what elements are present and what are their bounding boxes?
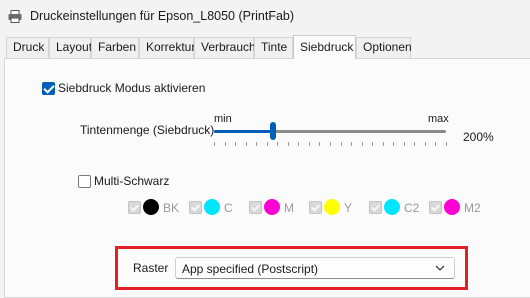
ink-amount-label: Tintenmenge (Siebdruck) [80, 123, 215, 137]
multi-black-label[interactable]: Multi-Schwarz [94, 174, 169, 188]
slider-tick [372, 142, 374, 146]
raster-dropdown[interactable]: App specified (Postscript) [175, 257, 455, 279]
ink-m-label: M [284, 201, 294, 215]
slider-tick [224, 142, 226, 146]
slider-max-label: max [428, 113, 449, 125]
tab-druck[interactable]: Druck [6, 37, 49, 58]
slider-tick [287, 142, 289, 146]
ink-bk-color-dot [143, 199, 159, 215]
ink-c2-label: C2 [404, 201, 420, 215]
raster-dropdown-value: App specified (Postscript) [182, 262, 319, 276]
ink-amount-slider-track[interactable] [214, 130, 446, 133]
tab-tinte[interactable]: Tinte [254, 37, 293, 58]
slider-tick [351, 142, 353, 146]
slider-tick [340, 142, 342, 146]
slider-tick [214, 142, 215, 146]
slider-tick [256, 142, 258, 146]
tab-optionen[interactable]: Optionen [356, 37, 412, 58]
ink-y-label: Y [344, 201, 353, 215]
slider-tick [266, 142, 268, 146]
ink-c-checkbox[interactable] [189, 201, 202, 214]
slider-tick [308, 142, 310, 146]
ink-c-color-dot [204, 199, 220, 215]
chevron-down-icon [435, 265, 445, 271]
ink-bk-label: BK [163, 201, 180, 215]
slider-tick [382, 142, 384, 146]
tab-strip: Druck Layout Farben Korrektur Verbrauch … [0, 35, 530, 59]
slider-tick [403, 142, 405, 146]
slider-tick [424, 142, 426, 146]
ink-m2-label: M2 [464, 201, 481, 215]
ink-amount-slider-thumb[interactable] [269, 122, 276, 140]
slider-tick [446, 142, 447, 146]
slider-tick [361, 142, 363, 146]
tab-verbrauch[interactable]: Verbrauch [194, 37, 256, 58]
tab-layout[interactable]: Layout [49, 37, 92, 58]
ink-m2-checkbox[interactable] [429, 201, 442, 214]
ink-m2-color-dot [444, 199, 460, 215]
slider-tick [435, 142, 437, 146]
slider-tick [277, 142, 279, 146]
title-bar: Druckeinstellungen für Epson_L8050 (Prin… [0, 0, 530, 34]
slider-tick [393, 142, 395, 146]
siebdruck-enable-label[interactable]: Siebdruck Modus aktivieren [58, 81, 205, 95]
ink-c-label: C [224, 201, 233, 215]
ink-y-color-dot [324, 199, 340, 215]
ink-amount-slider-fill [214, 130, 273, 133]
slider-tick [319, 142, 321, 146]
printer-icon [8, 10, 22, 23]
multi-black-checkbox[interactable] [78, 175, 91, 188]
raster-label: Raster [133, 261, 169, 275]
ink-bk-checkbox[interactable] [128, 201, 141, 214]
ink-m-checkbox[interactable] [249, 201, 262, 214]
tab-farben[interactable]: Farben [91, 37, 139, 58]
slider-ticks [214, 142, 447, 147]
tab-siebdruck[interactable]: Siebdruck [293, 35, 356, 59]
slider-min-label: min [214, 113, 232, 125]
ink-c2-checkbox[interactable] [369, 201, 382, 214]
slider-tick [245, 142, 247, 146]
ink-m-color-dot [264, 199, 280, 215]
siebdruck-enable-checkbox[interactable] [42, 82, 55, 95]
tab-korrektur[interactable]: Korrektur [139, 37, 195, 58]
window-title: Druckeinstellungen für Epson_L8050 (Prin… [30, 9, 295, 23]
slider-tick [298, 142, 300, 146]
ink-y-checkbox[interactable] [309, 201, 322, 214]
slider-tick [235, 142, 237, 146]
slider-tick [330, 142, 331, 146]
slider-tick [414, 142, 416, 146]
ink-c2-color-dot [384, 199, 400, 215]
ink-amount-value: 200% [463, 130, 494, 144]
